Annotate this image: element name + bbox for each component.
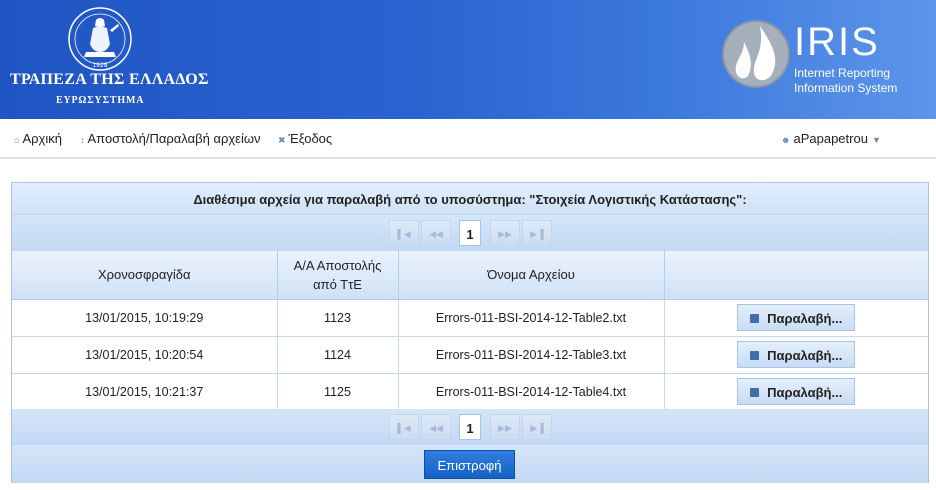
cell-filename: Errors-011-BSI-2014-12-Table3.txt [398,336,665,374]
nav-file-transfer-label: Αποστολή/Παραλαβή αρχείων [87,131,261,146]
panel-footer: Επιστροφή [12,445,928,483]
download-button-label: Παραλαβή... [767,385,843,400]
home-icon: ⌂ [14,135,20,145]
iris-subtitle-line2: Information System [794,81,898,95]
download-button-label: Παραλαβή... [767,348,843,363]
nav-home[interactable]: ⌂ Αρχική [14,131,62,146]
first-page-icon[interactable]: ▌◀ [389,220,419,246]
prev-page-icon[interactable]: ◀◀ [421,220,451,246]
bank-of-greece-seal-icon: 1928 [68,7,132,71]
user-icon: ☻ [781,135,791,145]
download-button-label: Παραλαβή... [767,311,843,326]
svg-text:1928: 1928 [92,62,107,69]
pager-top: ▌◀ ◀◀ 1 ▶▶ ▶▐ [12,215,928,251]
prev-page-icon[interactable]: ◀◀ [421,414,451,440]
files-table: Χρονοσφραγίδα Α/Α Αποστολής από ΤτΕ Όνομα… [12,251,928,411]
bank-name: ΤΡΑΠΕΖΑ ΤΗΣ ΕΛΛΑΔΟΣ [10,71,209,88]
first-page-icon[interactable]: ▌◀ [389,414,419,440]
back-button[interactable]: Επιστροφή [424,450,515,479]
next-page-icon[interactable]: ▶▶ [490,414,520,440]
table-header-row: Χρονοσφραγίδα Α/Α Αποστολής από ΤτΕ Όνομα… [12,251,928,300]
current-page[interactable]: 1 [459,220,481,246]
chevron-down-icon: ▼ [871,135,881,145]
close-icon: ✖ [278,135,286,145]
files-panel: Διαθέσιμα αρχεία για παραλαβή από το υπο… [11,182,929,483]
download-button[interactable]: Παραλαβή... [737,341,856,368]
user-name: aPapapetrou [793,131,868,146]
column-header-seq-line1: Α/Α Αποστολής [293,257,382,273]
cell-filename: Errors-011-BSI-2014-12-Table4.txt [398,373,665,411]
pager-bottom: ▌◀ ◀◀ 1 ▶▶ ▶▐ [12,409,928,445]
nav-logout[interactable]: ✖ Έξοδος [278,131,332,146]
current-page[interactable]: 1 [459,414,481,440]
bank-subtitle: ΕΥΡΩΣΥΣΤΗΜΑ [56,95,145,106]
floppy-disk-icon [750,314,760,323]
download-button[interactable]: Παραλαβή... [737,304,856,331]
column-header-filename[interactable]: Όνομα Αρχείου [398,251,665,300]
table-row: 13/01/2015, 10:19:29 1123 Errors-011-BSI… [12,299,928,337]
cell-seq: 1125 [277,373,399,411]
cell-seq: 1123 [277,299,399,337]
floppy-disk-icon [750,388,760,397]
cell-timestamp: 13/01/2015, 10:19:29 [12,299,278,337]
nav-logout-label: Έξοδος [288,131,333,146]
cell-action: Παραλαβή... [664,336,928,374]
column-header-seq-line2: από ΤτΕ [313,276,362,292]
iris-logo-icon [722,20,790,88]
panel-caption: Διαθέσιμα αρχεία για παραλαβή από το υπο… [12,183,928,215]
cell-filename: Errors-011-BSI-2014-12-Table2.txt [398,299,665,337]
download-button[interactable]: Παραλαβή... [737,378,856,405]
iris-title: IRIS [794,20,880,64]
nav-home-label: Αρχική [22,131,62,146]
cell-action: Παραλαβή... [664,373,928,411]
next-page-icon[interactable]: ▶▶ [490,220,520,246]
cell-timestamp: 13/01/2015, 10:20:54 [12,336,278,374]
top-nav: ⌂ Αρχική ↕ Αποστολή/Παραλαβή αρχείων ✖ Έξοδ… [0,119,936,159]
iris-subtitle-line1: Internet Reporting [794,66,891,80]
last-page-icon[interactable]: ▶▐ [522,414,552,440]
table-row: 13/01/2015, 10:21:37 1125 Errors-011-BSI… [12,373,928,411]
up-down-arrows-icon: ↕ [80,135,85,145]
column-header-action [664,251,928,300]
column-header-timestamp[interactable]: Χρονοσφραγίδα [12,251,278,300]
cell-seq: 1124 [277,336,399,374]
nav-file-transfer[interactable]: ↕ Αποστολή/Παραλαβή αρχείων [80,131,261,146]
user-menu[interactable]: ☻ aPapapetrou ▼ [781,131,881,146]
app-header: 1928 ΤΡΑΠΕΖΑ ΤΗΣ ΕΛΛΑΔΟΣ ΕΥΡΩΣΥΣΤΗΜΑ IRI… [0,0,936,119]
floppy-disk-icon [750,351,760,360]
cell-action: Παραλαβή... [664,299,928,337]
cell-timestamp: 13/01/2015, 10:21:37 [12,373,278,411]
last-page-icon[interactable]: ▶▐ [522,220,552,246]
column-header-seq[interactable]: Α/Α Αποστολής από ΤτΕ [277,251,399,300]
table-row: 13/01/2015, 10:20:54 1124 Errors-011-BSI… [12,336,928,374]
